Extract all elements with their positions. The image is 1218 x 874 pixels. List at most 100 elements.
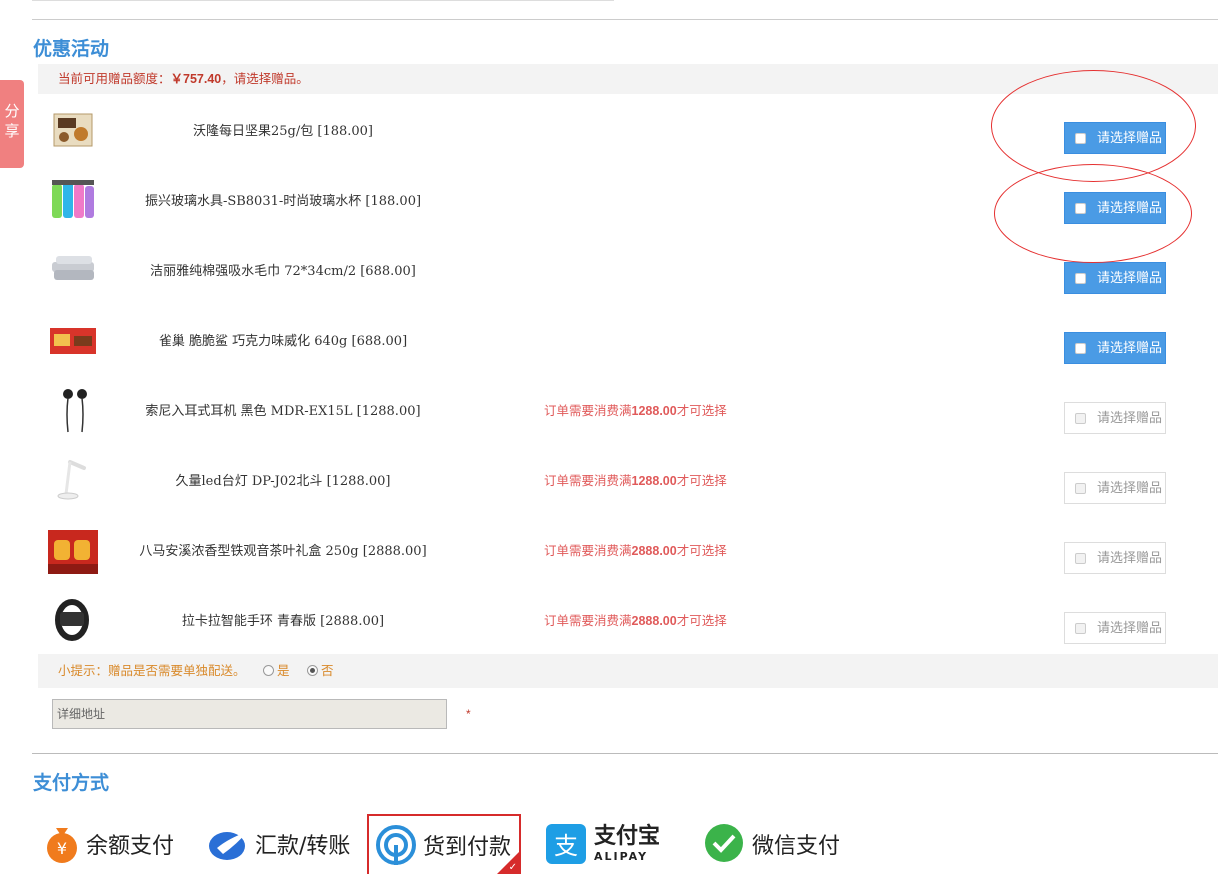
top-divider-short bbox=[32, 0, 614, 1]
nut-snack-package-image bbox=[53, 113, 93, 147]
alipay-icon: 支 bbox=[546, 824, 586, 864]
share-tab[interactable]: 分 享 bbox=[0, 80, 24, 168]
condition-amount: 2888.00 bbox=[631, 544, 677, 558]
annotation-circle bbox=[994, 164, 1192, 263]
select-gift-button-disabled: 请选择赠品 bbox=[1064, 542, 1166, 574]
bank-transfer-icon bbox=[209, 832, 247, 860]
condition-suffix: 才可选择 bbox=[676, 474, 727, 488]
gift-price: [188.00] bbox=[365, 194, 422, 209]
gift-row: 久量led台灯 DP-J02北斗 [1288.00] 订单需要消费满1288.0… bbox=[38, 446, 1178, 516]
gift-title: 洁丽雅纯棉强吸水毛巾 72*34cm/2 bbox=[150, 264, 361, 279]
select-gift-label: 请选择赠品 bbox=[1097, 480, 1163, 495]
checkbox-icon[interactable] bbox=[1075, 343, 1086, 354]
gift-condition-note: 订单需要消费满1288.00才可选择 bbox=[544, 470, 727, 489]
gift-condition-note: 订单需要消费满2888.00才可选择 bbox=[544, 610, 727, 629]
tea-gift-box-image bbox=[48, 530, 98, 574]
select-gift-label: 请选择赠品 bbox=[1097, 270, 1163, 285]
payment-label: 余额支付 bbox=[86, 834, 175, 859]
share-tab-char: 享 bbox=[4, 123, 20, 140]
condition-suffix: 才可选择 bbox=[676, 544, 727, 558]
payment-option-cod[interactable]: 货到付款 ✓ bbox=[367, 814, 521, 874]
balance-wallet-icon: ¥ bbox=[47, 828, 77, 863]
gift-price: [688.00] bbox=[351, 334, 408, 349]
gift-name: 洁丽雅纯棉强吸水毛巾 72*34cm/2 [688.00] bbox=[118, 260, 448, 279]
select-gift-button-disabled: 请选择赠品 bbox=[1064, 612, 1166, 644]
checkbox-icon[interactable] bbox=[1075, 273, 1086, 284]
gift-condition-note: 订单需要消费满1288.00才可选择 bbox=[544, 400, 727, 419]
payment-option-transfer[interactable]: 汇款/转账 bbox=[207, 814, 357, 874]
checkbox-icon bbox=[1075, 483, 1086, 494]
desk-lamp-image bbox=[57, 460, 86, 500]
towel-set-image bbox=[52, 256, 94, 280]
cash-on-delivery-icon bbox=[376, 825, 416, 865]
svg-text:¥: ¥ bbox=[57, 839, 67, 858]
gift-row: 洁丽雅纯棉强吸水毛巾 72*34cm/2 [688.00] 请选择赠品 bbox=[38, 236, 1178, 306]
gift-title: 八马安溪浓香型铁观音茶叶礼盒 250g bbox=[139, 544, 363, 559]
payment-option-wechat[interactable]: 微信支付 bbox=[702, 814, 852, 874]
gift-title: 雀巢 脆脆鲨 巧克力味威化 640g bbox=[158, 334, 352, 349]
payment-label: 汇款/转账 bbox=[255, 834, 351, 859]
condition-amount: 1288.00 bbox=[631, 474, 677, 488]
payment-option-alipay[interactable]: 支 支付宝 ALIPAY bbox=[544, 814, 680, 874]
gift-title: 拉卡拉智能手环 青春版 bbox=[181, 614, 321, 629]
select-gift-button-disabled: 请选择赠品 bbox=[1064, 472, 1166, 504]
share-tab-char: 分 bbox=[4, 103, 20, 120]
gift-name: 振兴玻璃水具-SB8031-时尚玻璃水杯 [188.00] bbox=[118, 190, 448, 209]
radio-no[interactable] bbox=[307, 665, 318, 677]
gift-price: [1288.00] bbox=[326, 474, 391, 489]
select-gift-label: 请选择赠品 bbox=[1097, 340, 1163, 355]
select-gift-label: 请选择赠品 bbox=[1097, 620, 1163, 635]
condition-suffix: 才可选择 bbox=[676, 404, 727, 418]
gift-price: [2888.00] bbox=[320, 614, 385, 629]
gift-name: 雀巢 脆脆鲨 巧克力味威化 640g [688.00] bbox=[118, 330, 448, 349]
gift-price: [188.00] bbox=[317, 124, 374, 139]
condition-prefix: 订单需要消费满 bbox=[544, 404, 632, 418]
gift-title: 久量led台灯 DP-J02北斗 bbox=[175, 474, 327, 489]
gift-name: 索尼入耳式耳机 黑色 MDR-EX15L [1288.00] bbox=[118, 400, 448, 419]
checkbox-icon bbox=[1075, 553, 1086, 564]
gift-row: 拉卡拉智能手环 青春版 [2888.00] 订单需要消费满2888.00才可选择… bbox=[38, 586, 1178, 656]
earphones-image bbox=[63, 389, 87, 433]
radio-yes[interactable] bbox=[263, 665, 274, 677]
gift-title: 振兴玻璃水具-SB8031-时尚玻璃水杯 bbox=[144, 194, 366, 209]
gift-title: 索尼入耳式耳机 黑色 MDR-EX15L bbox=[145, 404, 357, 419]
gift-row: 索尼入耳式耳机 黑色 MDR-EX15L [1288.00] 订单需要消费满12… bbox=[38, 376, 1178, 446]
wechat-pay-icon bbox=[705, 824, 743, 862]
gift-row: 八马安溪浓香型铁观音茶叶礼盒 250g [2888.00] 订单需要消费满288… bbox=[38, 516, 1178, 586]
delivery-tip-text: 小提示：赠品是否需要单独配送。 bbox=[58, 664, 246, 678]
payment-label: 微信支付 bbox=[752, 834, 841, 859]
payment-section-title: 支付方式 bbox=[33, 772, 110, 794]
select-gift-button[interactable]: 请选择赠品 bbox=[1064, 332, 1166, 364]
glass-bottles-image bbox=[52, 180, 94, 218]
alipay-sublabel: ALIPAY bbox=[594, 850, 649, 863]
checkbox-icon bbox=[1075, 413, 1086, 424]
condition-amount: 2888.00 bbox=[631, 614, 677, 628]
svg-text:支: 支 bbox=[554, 832, 578, 860]
delivery-tip-bar: 小提示：赠品是否需要单独配送。 是 否 bbox=[38, 654, 1218, 688]
address-input[interactable] bbox=[52, 699, 447, 729]
condition-prefix: 订单需要消费满 bbox=[544, 474, 632, 488]
alipay-label-block: 支付宝 ALIPAY bbox=[594, 824, 661, 863]
checkbox-icon bbox=[1075, 623, 1086, 634]
gift-name: 八马安溪浓香型铁观音茶叶礼盒 250g [2888.00] bbox=[118, 540, 448, 559]
payment-divider bbox=[32, 753, 1218, 754]
wafer-box-image bbox=[50, 328, 96, 354]
gift-price: [2888.00] bbox=[362, 544, 427, 559]
gift-quota-amount: ￥757.40 bbox=[170, 72, 222, 86]
gift-row: 雀巢 脆脆鲨 巧克力味威化 640g [688.00] 请选择赠品 bbox=[38, 306, 1178, 376]
select-gift-button[interactable]: 请选择赠品 bbox=[1064, 262, 1166, 294]
radio-no-label[interactable]: 否 bbox=[321, 664, 334, 678]
gift-price: [1288.00] bbox=[356, 404, 421, 419]
gift-condition-note: 订单需要消费满2888.00才可选择 bbox=[544, 540, 727, 559]
select-gift-label: 请选择赠品 bbox=[1097, 550, 1163, 565]
select-gift-button-disabled: 请选择赠品 bbox=[1064, 402, 1166, 434]
gift-name: 沃隆每日坚果25g/包 [188.00] bbox=[118, 120, 448, 139]
condition-suffix: 才可选择 bbox=[676, 614, 727, 628]
notice-prefix: 当前可用赠品额度： bbox=[58, 72, 171, 86]
payment-label: 支付宝 bbox=[594, 824, 661, 849]
radio-yes-label[interactable]: 是 bbox=[277, 664, 290, 678]
required-mark: * bbox=[466, 707, 471, 721]
notice-suffix: ，请选择赠品。 bbox=[221, 72, 309, 86]
condition-prefix: 订单需要消费满 bbox=[544, 614, 632, 628]
payment-option-balance[interactable]: ¥ 余额支付 bbox=[44, 814, 194, 874]
